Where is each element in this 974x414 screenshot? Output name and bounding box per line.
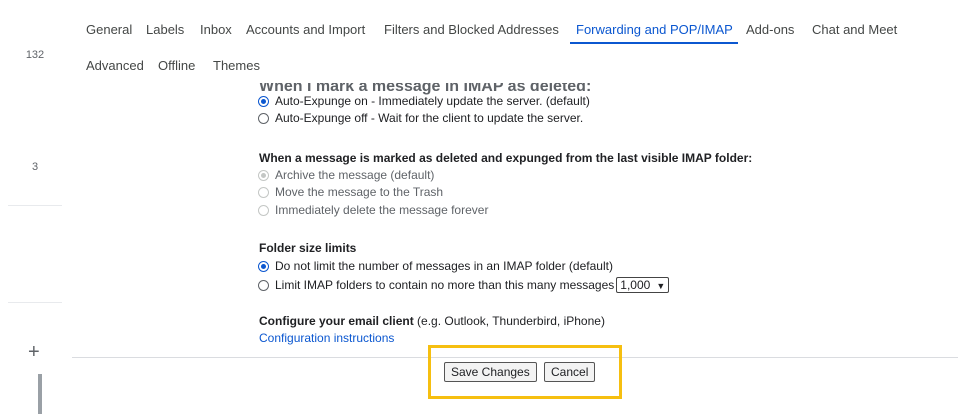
chevron-down-icon: ▼ — [656, 281, 666, 291]
archive-message-option[interactable]: Archive the message (default) — [258, 168, 434, 182]
tab-accounts-and-import[interactable]: Accounts and Import — [246, 22, 365, 37]
active-tab-indicator — [570, 42, 738, 44]
tab-general[interactable]: General — [86, 22, 132, 37]
tab-chat-and-meet[interactable]: Chat and Meet — [812, 22, 897, 37]
archive-message-label: Archive the message (default) — [275, 168, 435, 182]
move-to-trash-radio[interactable] — [258, 186, 269, 198]
move-to-trash-label: Move the message to the Trash — [275, 185, 444, 199]
no-limit-label: Do not limit the number of messages in a… — [275, 259, 613, 273]
archive-message-radio[interactable] — [258, 169, 269, 181]
tab-themes[interactable]: Themes — [213, 58, 260, 73]
tab-add-ons[interactable]: Add-ons — [746, 22, 794, 37]
auto-expunge-off-radio[interactable] — [258, 112, 269, 124]
auto-expunge-on-option[interactable]: Auto-Expunge on - Immediately update the… — [258, 94, 590, 108]
folder-size-limits-heading: Folder size limits — [259, 241, 357, 255]
no-limit-option[interactable]: Do not limit the number of messages in a… — [258, 259, 613, 273]
tab-forwarding-and-pop-imap[interactable]: Forwarding and POP/IMAP — [576, 22, 733, 37]
delete-forever-label: Immediately delete the message forever — [275, 203, 489, 217]
email-client-hint: (e.g. Outlook, Thunderbird, iPhone) — [417, 314, 605, 328]
tab-advanced[interactable]: Advanced — [86, 58, 144, 73]
email-client-heading: Configure your email client — [259, 314, 414, 328]
tab-labels[interactable]: Labels — [146, 22, 184, 37]
tab-offline[interactable]: Offline — [158, 58, 195, 73]
tab-inbox[interactable]: Inbox — [200, 22, 232, 37]
no-limit-radio[interactable] — [258, 260, 269, 272]
cancel-button[interactable]: Cancel — [544, 362, 596, 382]
sidebar-count-item: 3 — [31, 161, 39, 173]
sidebar-scrollbar[interactable] — [38, 374, 42, 414]
auto-expunge-on-radio[interactable] — [258, 95, 269, 107]
sidebar-count-inbox: 132 — [25, 49, 45, 61]
delete-forever-radio[interactable] — [258, 204, 269, 216]
auto-expunge-off-label: Auto-Expunge off - Wait for the client t… — [275, 111, 584, 125]
delete-forever-option[interactable]: Immediately delete the message forever — [258, 203, 488, 217]
message-limit-value: 1,000 — [620, 278, 651, 292]
add-label-icon[interactable]: + — [28, 342, 40, 362]
message-limit-select[interactable]: 1,000 ▼ — [616, 277, 670, 293]
sidebar-divider — [8, 302, 62, 303]
limit-folders-option[interactable]: Limit IMAP folders to contain no more th… — [258, 277, 670, 293]
tab-filters-and-blocked-addresses[interactable]: Filters and Blocked Addresses — [384, 22, 559, 37]
save-changes-button[interactable]: Save Changes — [444, 362, 537, 382]
configuration-instructions-link[interactable]: Configuration instructions — [259, 331, 394, 345]
auto-expunge-on-label: Auto-Expunge on - Immediately update the… — [275, 94, 590, 108]
deleted-behavior-heading: When a message is marked as deleted and … — [259, 151, 753, 165]
move-to-trash-option[interactable]: Move the message to the Trash — [258, 185, 443, 199]
limit-folders-radio[interactable] — [258, 279, 269, 291]
limit-folders-label: Limit IMAP folders to contain no more th… — [275, 278, 615, 292]
email-client-row: Configure your email client (e.g. Outloo… — [259, 314, 605, 328]
auto-expunge-off-option[interactable]: Auto-Expunge off - Wait for the client t… — [258, 111, 583, 125]
sidebar-divider — [8, 205, 62, 206]
